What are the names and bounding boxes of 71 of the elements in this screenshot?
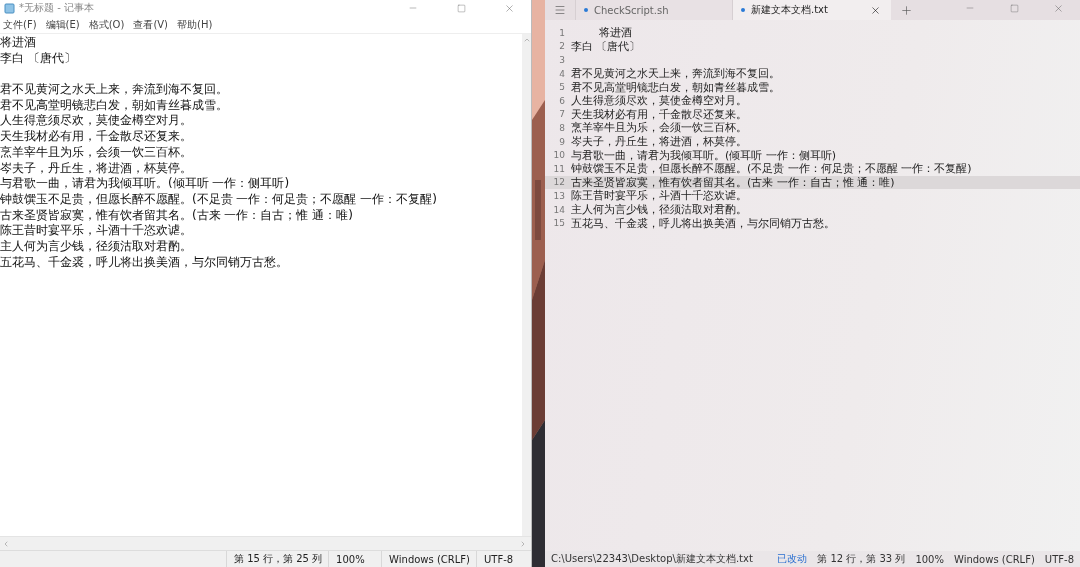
- text-line: 烹羊宰牛且为乐，会须一饮三百杯。: [571, 120, 747, 136]
- scroll-up-icon[interactable]: [522, 36, 531, 44]
- line-number: 12: [552, 177, 565, 188]
- menu-item[interactable]: 帮助(H): [177, 17, 213, 32]
- status-item: 100%: [915, 553, 944, 565]
- text-line: 古来圣贤皆寂寞，惟有饮者留其名。(古来 一作：自古；惟 通：唯): [0, 207, 354, 224]
- line-number: 9: [558, 136, 565, 147]
- text-line: 天生我材必有用，千金散尽还复来。: [571, 106, 747, 122]
- text-line: 人生得意须尽欢，莫使金樽空对月。: [571, 93, 747, 109]
- file-path: C:\Users\22343\Desktop\新建文本文档.txt: [551, 552, 753, 566]
- text-line: 将进酒: [597, 25, 632, 41]
- text-line: 人生得意须尽欢，莫使金樽空对月。: [0, 113, 193, 130]
- window-title: *无标题 - 记事本: [19, 1, 95, 15]
- text-line: 李白 〔唐代〕: [0, 50, 77, 67]
- menu-item[interactable]: 文件(F): [3, 17, 37, 32]
- text-line: 与君歌一曲，请君为我倾耳听。(倾耳听 一作：侧耳听): [571, 147, 837, 162]
- text-line: 李白 〔唐代〕: [571, 38, 641, 54]
- line-number: 11: [552, 163, 565, 174]
- text-line: 君不见高堂明镜悲白发，朝如青丝暮成雪。: [0, 97, 229, 114]
- text-line: 古来圣贤皆寂寞，惟有饮者留其名。(古来 一作：自古；惟 通：唯): [571, 174, 895, 189]
- line-number: 15: [552, 218, 565, 229]
- close-tab-icon[interactable]: [870, 4, 881, 16]
- text-line: 君不见黄河之水天上来，奔流到海不复回。: [0, 82, 229, 98]
- status-item: Windows (CRLF): [953, 553, 1035, 565]
- text-line: 钟鼓馔玉不足贵，但愿长醉不愿醒。(不足贵 一作：何足贵；不愿醒 一作：不复醒): [571, 161, 972, 177]
- menu-icon: [554, 4, 566, 16]
- text-line: 岑夫子，丹丘生，将进酒，杯莫停。: [571, 134, 747, 150]
- text-line: 五花马、千金裘，呼儿将出换美酒，与尔同销万古愁。: [0, 254, 289, 271]
- text-line: 陈王昔时宴平乐，斗酒十千恣欢谑。: [0, 223, 193, 239]
- line-number: 8: [558, 122, 565, 133]
- close-icon: [503, 2, 515, 14]
- text-line: 君不见黄河之水天上来，奔流到海不复回。: [571, 66, 780, 82]
- text-line: 陈王昔时宴平乐，斗酒十千恣欢谑。: [571, 188, 747, 204]
- status-item: 第 15 行，第 25 列: [226, 551, 329, 567]
- text-line: 与君歌一曲，请君为我倾耳听。(倾耳听 一作：侧耳听): [0, 176, 291, 192]
- line-number: 6: [558, 95, 565, 106]
- line-number: 13: [552, 190, 565, 201]
- line-number: 10: [552, 150, 565, 161]
- menu-item[interactable]: 编辑(E): [45, 17, 80, 32]
- scroll-left-icon[interactable]: [2, 539, 10, 548]
- tab[interactable]: 新建文本文档.txt: [732, 0, 891, 20]
- maximize-icon: [1009, 3, 1019, 13]
- text-line: 天生我材必有用，千金散尽还复来。: [0, 129, 193, 145]
- maximize-icon: [456, 3, 466, 13]
- text-line: 烹羊宰牛且为乐，会须一饮三百杯。: [0, 144, 193, 161]
- line-number: 5: [558, 82, 565, 93]
- status-item: UTF-8: [476, 551, 531, 567]
- line-number: 4: [558, 68, 565, 79]
- menu-item[interactable]: 查看(V): [133, 17, 169, 32]
- notepad-icon: [4, 2, 15, 14]
- line-number: 1: [558, 27, 565, 38]
- status-item: 100%: [328, 551, 382, 567]
- text-line: 岑夫子，丹丘生，将进酒，杯莫停。: [0, 160, 193, 177]
- status-item: UTF-8: [1044, 553, 1074, 565]
- modified-status: 已改动: [777, 552, 808, 566]
- scroll-right-icon[interactable]: [519, 539, 527, 548]
- text-line: 主人何为言少钱，径须沽取对君酌。: [0, 238, 193, 255]
- line-number: 3: [558, 55, 565, 65]
- text-line: 五花马、千金裘，呼儿将出换美酒，与尔同销万古愁。: [571, 215, 835, 231]
- line-number: 2: [558, 41, 565, 52]
- line-number: 7: [558, 109, 565, 120]
- status-item: Windows (CRLF): [381, 551, 476, 567]
- text-line: 钟鼓馔玉不足贵，但愿长醉不愿醒。(不足贵 一作：何足贵；不愿醒 一作：不复醒): [0, 191, 438, 208]
- line-number: 14: [552, 204, 565, 215]
- text-line: 将进酒: [0, 35, 37, 51]
- close-icon: [1052, 2, 1064, 14]
- text-line: 君不见高堂明镜悲白发，朝如青丝暮成雪。: [571, 79, 780, 95]
- menu-item[interactable]: 格式(O): [88, 17, 125, 32]
- plus-icon: [899, 3, 913, 17]
- status-item: 第 12 行，第 33 列: [817, 552, 906, 566]
- text-line: 主人何为言少钱，径须沽取对君酌。: [571, 202, 747, 217]
